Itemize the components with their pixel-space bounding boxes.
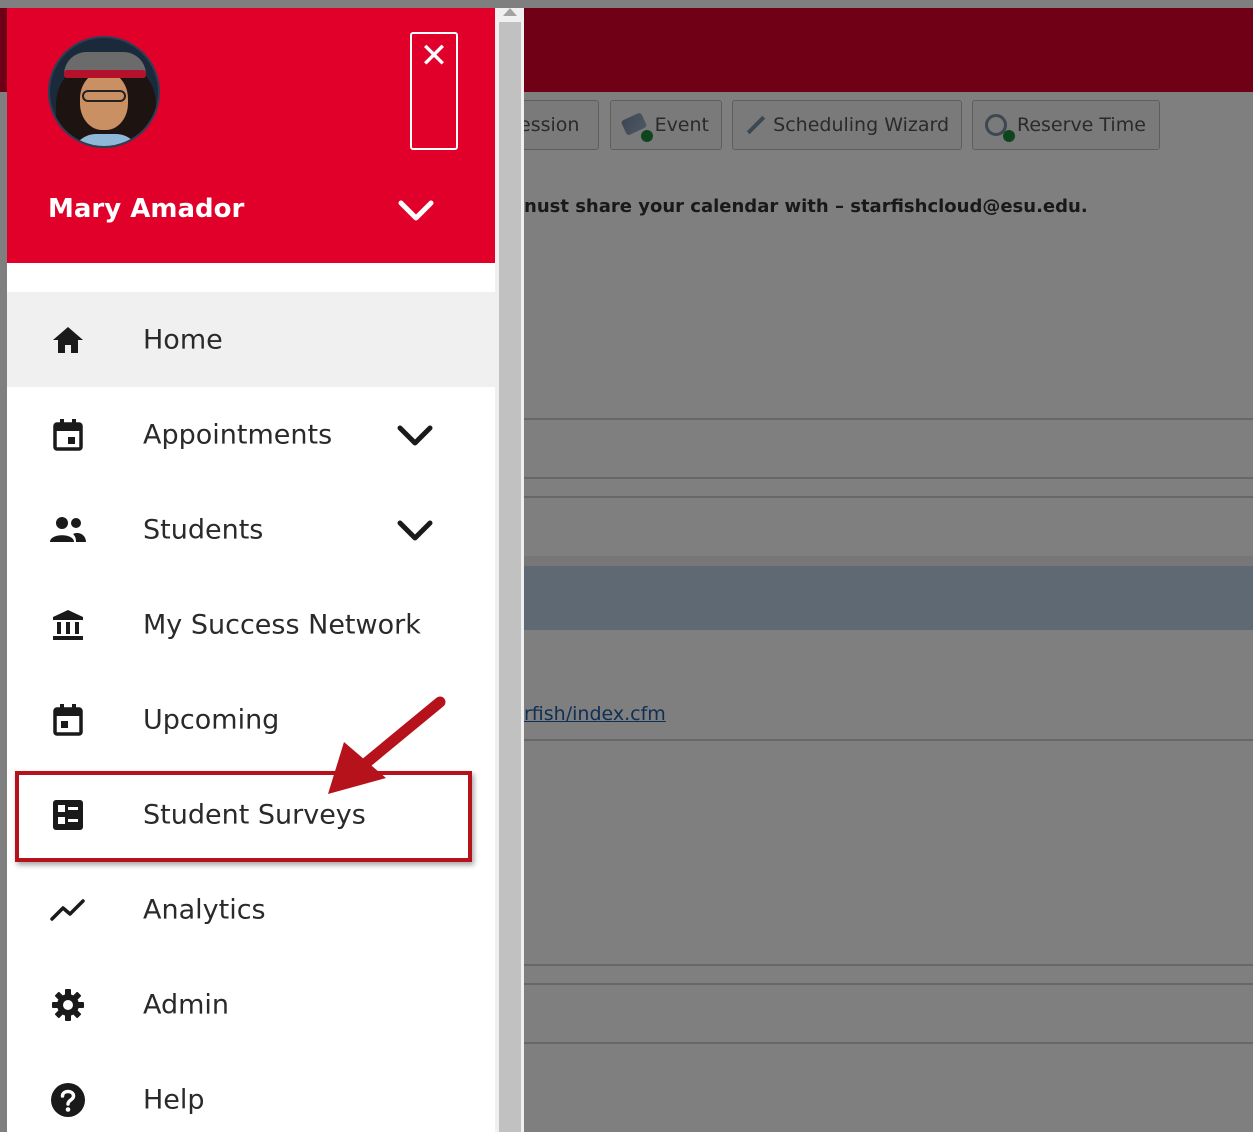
chevron-down-icon[interactable] <box>395 194 437 228</box>
nav-item-label: Help <box>143 1084 205 1115</box>
close-icon: ✕ <box>419 37 449 75</box>
help-icon <box>49 1081 87 1119</box>
close-button[interactable]: ✕ <box>410 32 458 150</box>
trend-icon <box>49 891 87 929</box>
chevron-down-icon[interactable] <box>395 420 435 450</box>
scroll-up-icon[interactable] <box>503 8 517 16</box>
scrollbar-thumb[interactable] <box>499 22 521 1132</box>
drawer-header: ✕ Mary Amador <box>7 8 495 263</box>
nav-item-students[interactable]: Students <box>7 482 495 577</box>
calendar-today-icon <box>49 701 87 739</box>
user-name[interactable]: Mary Amador <box>48 194 244 224</box>
nav-item-label: Students <box>143 514 264 545</box>
chevron-down-icon[interactable] <box>395 515 435 545</box>
nav-item-admin[interactable]: Admin <box>7 957 495 1052</box>
nav-item-label: Upcoming <box>143 704 280 735</box>
nav-item-appointments[interactable]: Appointments <box>7 387 495 482</box>
nav-item-help[interactable]: Help <box>7 1052 495 1132</box>
calendar-icon <box>49 416 87 454</box>
gear-icon <box>49 986 87 1024</box>
nav-item-label: Analytics <box>143 894 266 925</box>
nav-item-label: My Success Network <box>143 609 421 640</box>
nav-item-label: Appointments <box>143 419 333 450</box>
nav-item-home[interactable]: Home <box>7 292 495 387</box>
nav-item-label: Home <box>143 324 223 355</box>
nav-item-my-success-network[interactable]: My Success Network <box>7 577 495 672</box>
avatar <box>48 36 160 148</box>
nav-item-analytics[interactable]: Analytics <box>7 862 495 957</box>
institution-icon <box>49 606 87 644</box>
annotation-arrow-icon <box>328 696 446 794</box>
people-icon <box>49 511 87 549</box>
nav-item-label: Admin <box>143 989 230 1020</box>
navigation-drawer: ✕ Mary Amador Home Appointments Students… <box>7 8 495 1132</box>
home-icon <box>49 321 87 359</box>
